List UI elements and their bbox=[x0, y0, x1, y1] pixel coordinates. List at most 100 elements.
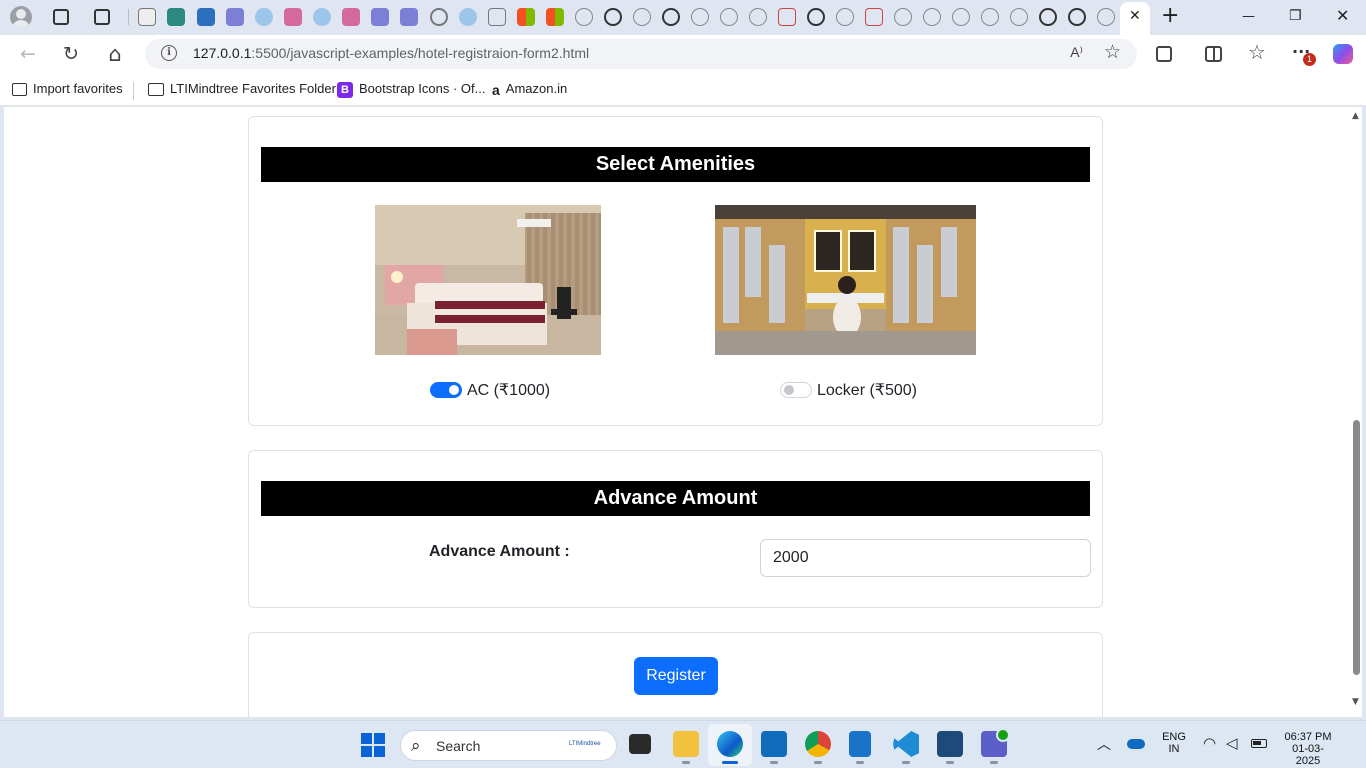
minimize-button[interactable]: — bbox=[1242, 9, 1255, 24]
tab-favicon-globe-icon[interactable] bbox=[981, 8, 999, 26]
tab-favicon-globe-icon[interactable] bbox=[575, 8, 593, 26]
volume-icon[interactable]: ◁ bbox=[1226, 734, 1238, 752]
search-brand-logo: LTIMindtree bbox=[569, 741, 601, 747]
tab-favicon-microsoft-icon[interactable] bbox=[517, 8, 535, 26]
tab-favicon-globe-icon[interactable] bbox=[894, 8, 912, 26]
active-tab[interactable]: ✕ bbox=[1120, 2, 1150, 35]
bookmark-bootstrap-icons[interactable]: B Bootstrap Icons · Of... bbox=[337, 81, 485, 98]
bookmark-amazon[interactable]: a Amazon.in bbox=[492, 81, 567, 98]
read-aloud-icon[interactable]: A⁾ bbox=[1070, 44, 1083, 61]
register-card: Register bbox=[248, 632, 1103, 717]
notepad-icon[interactable] bbox=[849, 731, 871, 757]
tab-favicon-cloud-icon[interactable] bbox=[255, 8, 273, 26]
tab-favicon-teams-icon[interactable] bbox=[371, 8, 389, 26]
advance-amount-input[interactable]: 2000 bbox=[760, 539, 1091, 577]
amazon-icon: a bbox=[492, 81, 500, 98]
edge-browser-icon[interactable] bbox=[717, 731, 743, 757]
advance-amount-label: Advance Amount : bbox=[429, 543, 570, 560]
tab-favicon-powerapps-icon[interactable] bbox=[284, 8, 302, 26]
file-explorer-icon[interactable] bbox=[673, 731, 699, 757]
tab-favicon-settings-icon[interactable] bbox=[430, 8, 448, 26]
tab-favicon-globe-icon[interactable] bbox=[836, 8, 854, 26]
teams-status-icon bbox=[996, 728, 1010, 742]
profile-avatar-icon[interactable] bbox=[10, 6, 32, 28]
tab-favicon-globe-icon[interactable] bbox=[1039, 8, 1057, 26]
extensions-icon[interactable] bbox=[1156, 46, 1172, 62]
amenities-card: Select Amenities AC (₹1000) Locker (₹500… bbox=[248, 116, 1103, 426]
scroll-up-arrow-icon[interactable]: ▲ bbox=[1352, 111, 1359, 121]
bootstrap-icon: B bbox=[337, 81, 353, 98]
tab-favicon-globe-icon[interactable] bbox=[1068, 8, 1086, 26]
split-screen-icon[interactable] bbox=[1205, 46, 1222, 62]
onedrive-icon[interactable] bbox=[1127, 739, 1145, 749]
tab-favicon-pdf-icon[interactable] bbox=[778, 8, 796, 26]
close-window-button[interactable]: ✕ bbox=[1336, 6, 1349, 25]
clock[interactable]: 06:37 PM 01-03-2025 bbox=[1280, 731, 1336, 767]
reload-button[interactable]: ↻ bbox=[59, 42, 83, 66]
chrome-icon[interactable] bbox=[805, 731, 831, 757]
tab-favicon-globe-icon[interactable] bbox=[691, 8, 709, 26]
tab-favicon-globe-icon[interactable] bbox=[749, 8, 767, 26]
battery-icon[interactable] bbox=[1251, 739, 1267, 748]
bookmarks-bar: Import favorites LTIMindtree Favorites F… bbox=[0, 73, 1366, 106]
tab-favicon-microsoft-icon[interactable] bbox=[546, 8, 564, 26]
register-button[interactable]: Register bbox=[634, 657, 718, 695]
show-hidden-icons-chevron-icon[interactable]: ︿ bbox=[1097, 734, 1111, 754]
scroll-thumb[interactable] bbox=[1353, 420, 1360, 675]
outlook-icon[interactable] bbox=[761, 731, 787, 757]
language-indicator[interactable]: ENG IN bbox=[1160, 731, 1188, 755]
start-button[interactable] bbox=[361, 733, 385, 757]
ac-label: AC (₹1000) bbox=[467, 382, 551, 399]
vscode-icon[interactable] bbox=[893, 731, 919, 757]
sql-developer-icon[interactable] bbox=[937, 731, 963, 757]
restore-button[interactable]: ❐ bbox=[1289, 8, 1302, 24]
tab-favicon-globe-icon[interactable] bbox=[1010, 8, 1028, 26]
task-view-icon[interactable] bbox=[629, 734, 651, 754]
bookmark-ltimindtree-folder[interactable]: LTIMindtree Favorites Folder bbox=[148, 81, 336, 97]
tab-favicon-globe-icon[interactable] bbox=[1097, 8, 1115, 26]
bookmark-import-favorites[interactable]: Import favorites bbox=[12, 81, 123, 97]
address-bar[interactable]: i 127.0.0.1:5500/javascript-examples/hot… bbox=[145, 39, 1137, 69]
tab-favicon-globe-icon[interactable] bbox=[923, 8, 941, 26]
tab-favicon-globe-icon[interactable] bbox=[720, 8, 738, 26]
locker-toggle-switch[interactable] bbox=[780, 382, 812, 398]
tab-favicon-page-icon[interactable] bbox=[138, 8, 156, 26]
tab-actions-icon[interactable] bbox=[94, 9, 110, 25]
windows-taskbar: ⌕ Search LTIMindtree ︿ ENG IN ◠ ◁ 06:37 … bbox=[0, 720, 1366, 768]
scroll-down-arrow-icon[interactable]: ▼ bbox=[1352, 697, 1359, 707]
taskbar-search[interactable]: ⌕ Search LTIMindtree bbox=[400, 730, 617, 761]
tab-favicon-outlook-icon[interactable] bbox=[197, 8, 215, 26]
site-info-icon[interactable]: i bbox=[161, 45, 177, 61]
vertical-scrollbar[interactable]: ▲ ▼ bbox=[1350, 107, 1362, 717]
tab-favicon-globe-icon[interactable] bbox=[952, 8, 970, 26]
tab-favicon-cloud-icon[interactable] bbox=[313, 8, 331, 26]
tab-favicon-powerapps-icon[interactable] bbox=[342, 8, 360, 26]
browser-toolbar: ← ↻ ⌂ i 127.0.0.1:5500/javascript-exampl… bbox=[0, 35, 1366, 73]
tab-favicon-globe-icon[interactable] bbox=[604, 8, 622, 26]
wifi-icon[interactable]: ◠ bbox=[1203, 734, 1216, 752]
page-viewport: Select Amenities AC (₹1000) Locker (₹500… bbox=[4, 107, 1362, 717]
locker-room-image bbox=[715, 205, 976, 355]
favorites-icon[interactable]: ☆ bbox=[1248, 40, 1266, 64]
tab-favicon-page-icon[interactable] bbox=[488, 8, 506, 26]
close-tab-icon[interactable]: ✕ bbox=[1129, 8, 1141, 24]
back-button[interactable]: ← bbox=[16, 42, 40, 66]
tab-favicon-teams-icon[interactable] bbox=[400, 8, 418, 26]
tab-favicon-teams-icon[interactable] bbox=[226, 8, 244, 26]
favorite-star-icon[interactable]: ☆ bbox=[1104, 41, 1121, 63]
locker-switch-row[interactable]: Locker (₹500) bbox=[780, 380, 917, 400]
tab-favicon-globe-icon[interactable] bbox=[662, 8, 680, 26]
tab-favicon-globe-icon[interactable] bbox=[633, 8, 651, 26]
url-text[interactable]: 127.0.0.1:5500/javascript-examples/hotel… bbox=[193, 45, 589, 61]
tab-favicon-globe-icon[interactable] bbox=[807, 8, 825, 26]
folder-icon bbox=[148, 83, 164, 97]
ac-toggle-switch[interactable] bbox=[430, 382, 462, 398]
copilot-icon[interactable] bbox=[1333, 44, 1353, 64]
home-button[interactable]: ⌂ bbox=[103, 42, 127, 66]
new-tab-button[interactable]: + bbox=[1161, 3, 1179, 28]
ac-switch-row[interactable]: AC (₹1000) bbox=[430, 380, 550, 400]
tab-favicon-cloud-icon[interactable] bbox=[459, 8, 477, 26]
tab-favicon-sharepoint-icon[interactable] bbox=[167, 8, 185, 26]
workspaces-icon[interactable] bbox=[53, 9, 69, 25]
tab-favicon-pdf-icon[interactable] bbox=[865, 8, 883, 26]
